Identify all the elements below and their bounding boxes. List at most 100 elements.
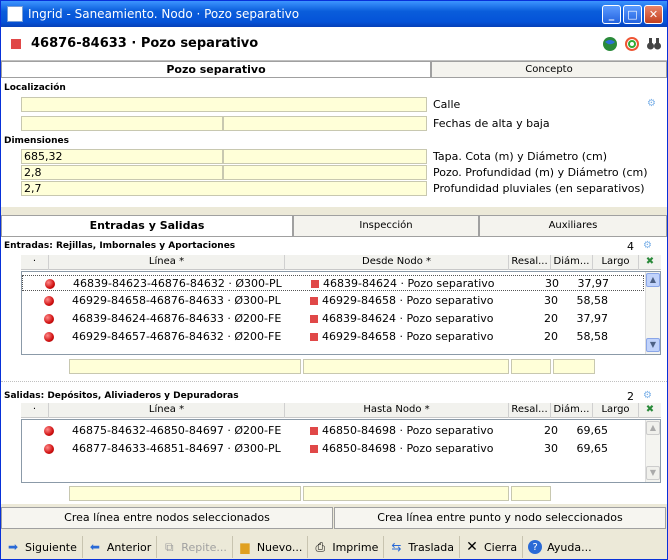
fecha-alta-field[interactable] bbox=[21, 116, 223, 131]
tapa-label: Tapa. Cota (m) y Diámetro (cm) bbox=[433, 150, 608, 163]
status-dot-icon bbox=[44, 332, 54, 342]
fecha-baja-field[interactable] bbox=[223, 116, 427, 131]
entradas-grid[interactable]: 46839-84623-46876-84632 · Ø300-PL 46839-… bbox=[21, 271, 661, 355]
excel-icon[interactable]: ✖ bbox=[639, 403, 661, 418]
pozo-profundidad-field[interactable]: 2,8 bbox=[21, 165, 223, 180]
divider bbox=[1, 381, 667, 382]
close-icon: ✕ bbox=[466, 539, 478, 555]
col-linea[interactable]: Línea * bbox=[49, 403, 285, 418]
filter-linea-input[interactable] bbox=[69, 359, 301, 374]
row-diam: 30 bbox=[544, 442, 558, 455]
dimensiones-label: Dimensiones bbox=[4, 136, 69, 146]
siguiente-button[interactable]: ➡ Siguiente bbox=[1, 536, 83, 558]
profundidad-pluviales-field[interactable]: 2,7 bbox=[21, 181, 427, 196]
table-row[interactable]: 46839-84624-46876-84633 · Ø200-FE 46839-… bbox=[22, 311, 644, 327]
table-row[interactable]: 46929-84657-46876-84632 · Ø200-FE 46929-… bbox=[22, 329, 644, 345]
crea-linea-punto-button[interactable]: Crea línea entre punto y nodo selecciona… bbox=[334, 507, 666, 529]
printer-icon: ⎙ bbox=[315, 539, 326, 554]
row-largo: 37,97 bbox=[576, 312, 609, 325]
row-nodo: 46929-84658 · Pozo separativo bbox=[322, 294, 494, 307]
entradas-header: · Línea * Desde Nodo * Resal... Diám... … bbox=[21, 255, 661, 270]
row-largo: 58,58 bbox=[576, 330, 609, 343]
ayuda-button[interactable]: ? Ayuda... bbox=[523, 536, 596, 558]
filter-resal-input[interactable] bbox=[511, 359, 551, 374]
record-header: 46876-84633 · Pozo separativo bbox=[1, 27, 667, 61]
salidas-title: Salidas: Depósitos, Aliviaderos y Depura… bbox=[4, 391, 239, 401]
excel-icon[interactable]: ✖ bbox=[639, 255, 661, 270]
repeat-icon: ⧉ bbox=[165, 539, 174, 554]
node-icon bbox=[310, 445, 318, 453]
scroll-down-icon[interactable]: ▼ bbox=[646, 466, 660, 480]
repite-button[interactable]: ⧉ Repite... bbox=[157, 536, 233, 558]
pozo-diametro-field[interactable] bbox=[223, 165, 427, 180]
tab-pozo-separativo[interactable]: Pozo separativo bbox=[1, 61, 431, 78]
row-diam: 30 bbox=[545, 277, 559, 290]
filter-nodo-input[interactable] bbox=[303, 486, 509, 501]
col-linea[interactable]: Línea * bbox=[49, 255, 285, 270]
col-dot: · bbox=[21, 255, 49, 270]
row-linea: 46839-84623-46876-84632 · Ø300-PL bbox=[73, 277, 282, 290]
col-diam[interactable]: Diám... bbox=[551, 403, 593, 418]
filter-resal-input[interactable] bbox=[511, 486, 551, 501]
tab-auxiliares[interactable]: Auxiliares bbox=[479, 215, 667, 237]
pluviales-label: Profundidad pluviales (en separativos) bbox=[433, 182, 645, 195]
entradas-title: Entradas: Rejillas, Imbornales y Aportac… bbox=[4, 241, 236, 251]
col-desde-nodo[interactable]: Desde Nodo * bbox=[285, 255, 509, 270]
table-row[interactable]: 46877-84633-46851-84697 · Ø300-PL 46850-… bbox=[22, 441, 644, 457]
anterior-button[interactable]: ⬅ Anterior bbox=[83, 536, 158, 558]
traslada-button[interactable]: ⇆ Traslada bbox=[384, 536, 460, 558]
scroll-up-icon[interactable]: ▲ bbox=[646, 273, 660, 287]
status-dot-icon bbox=[44, 314, 54, 324]
tab-concepto[interactable]: Concepto bbox=[431, 61, 667, 78]
tab-entradas-salidas[interactable]: Entradas y Salidas bbox=[1, 215, 293, 237]
minimize-button[interactable]: _ bbox=[602, 4, 621, 24]
swirl-icon[interactable] bbox=[623, 35, 641, 53]
help-icon: ? bbox=[528, 540, 543, 554]
traslada-label: Traslada bbox=[408, 540, 454, 554]
entradas-scrollbar[interactable]: ▲ ▼ bbox=[645, 272, 660, 354]
col-diam[interactable]: Diám... bbox=[551, 255, 593, 270]
filter-diam-input[interactable] bbox=[553, 359, 595, 374]
bottom-toolbar: ➡ Siguiente ⬅ Anterior ⧉ Repite... ▆ Nue… bbox=[1, 535, 667, 559]
row-linea: 46875-84632-46850-84697 · Ø200-FE bbox=[72, 424, 282, 437]
tab-inspeccion[interactable]: Inspección bbox=[293, 215, 479, 237]
table-row[interactable]: 46839-84623-46876-84632 · Ø300-PL 46839-… bbox=[22, 275, 644, 291]
status-dot-icon bbox=[44, 444, 54, 454]
col-resal[interactable]: Resal... bbox=[509, 403, 551, 418]
col-largo[interactable]: Largo bbox=[593, 255, 639, 270]
cierra-button[interactable]: ✕ Cierra bbox=[460, 536, 524, 558]
globe-icon[interactable] bbox=[601, 35, 619, 53]
top-tabs: Pozo separativo Concepto bbox=[1, 61, 667, 78]
nuevo-button[interactable]: ▆ Nuevo... bbox=[233, 536, 309, 558]
settings-icon[interactable]: ⚙ bbox=[643, 240, 652, 251]
node-icon bbox=[310, 297, 318, 305]
salidas-grid[interactable]: 46875-84632-46850-84697 · Ø200-FE 46850-… bbox=[21, 419, 661, 483]
col-hasta-nodo[interactable]: Hasta Nodo * bbox=[285, 403, 509, 418]
filter-linea-input[interactable] bbox=[69, 486, 301, 501]
row-linea: 46929-84657-46876-84632 · Ø200-FE bbox=[72, 330, 282, 343]
tapa-cota-field[interactable]: 685,32 bbox=[21, 149, 223, 164]
crea-linea-nodos-button[interactable]: Crea línea entre nodos seleccionados bbox=[1, 507, 333, 529]
tapa-diametro-field[interactable] bbox=[223, 149, 427, 164]
imprime-button[interactable]: ⎙ Imprime bbox=[308, 536, 385, 558]
node-icon bbox=[311, 280, 319, 288]
salidas-scrollbar[interactable]: ▲ ▼ bbox=[645, 420, 660, 482]
settings-icon[interactable]: ⚙ bbox=[647, 98, 656, 109]
scroll-down-icon[interactable]: ▼ bbox=[646, 338, 660, 352]
calle-field[interactable] bbox=[21, 97, 427, 112]
window-title: Ingrid - Saneamiento. Nodo · Pozo separa… bbox=[28, 7, 300, 21]
mid-tabs: Entradas y Salidas Inspección Auxiliares bbox=[1, 215, 667, 237]
scroll-up-icon[interactable]: ▲ bbox=[646, 421, 660, 435]
col-resal[interactable]: Resal... bbox=[509, 255, 551, 270]
filter-nodo-input[interactable] bbox=[303, 359, 509, 374]
localizacion-label: Localización bbox=[4, 83, 66, 93]
col-largo[interactable]: Largo bbox=[593, 403, 639, 418]
node-icon bbox=[310, 315, 318, 323]
settings-icon[interactable]: ⚙ bbox=[643, 390, 652, 401]
title-bar[interactable]: Ingrid - Saneamiento. Nodo · Pozo separa… bbox=[1, 1, 667, 27]
table-row[interactable]: 46929-84658-46876-84633 · Ø300-PL 46929-… bbox=[22, 293, 644, 309]
close-button[interactable]: ✕ bbox=[644, 4, 663, 24]
table-row[interactable]: 46875-84632-46850-84697 · Ø200-FE 46850-… bbox=[22, 423, 644, 439]
binoculars-icon[interactable] bbox=[645, 35, 663, 53]
maximize-button[interactable]: □ bbox=[623, 4, 642, 24]
